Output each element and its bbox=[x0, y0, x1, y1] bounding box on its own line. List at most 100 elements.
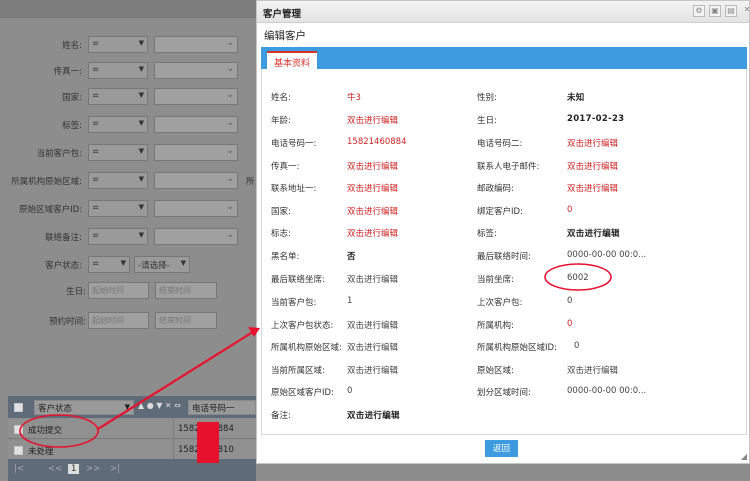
tab-basic-info[interactable]: 基本资料 bbox=[267, 51, 318, 69]
basic-info-panel: 姓名: 牛3 年龄: 双击进行编辑 电话号码一: 15821460884 传真一: 双击进行编… bbox=[261, 69, 747, 435]
field-value[interactable]: 2017-02-23 bbox=[567, 114, 624, 124]
field-value[interactable]: 牛3 bbox=[347, 91, 361, 103]
field-value[interactable]: 双击进行编辑 bbox=[347, 182, 398, 194]
chevron-down-icon: ⌄ bbox=[226, 64, 234, 74]
filter-value-input[interactable]: ⌄ bbox=[154, 228, 238, 245]
operator-select[interactable]: = ▼ bbox=[88, 144, 148, 161]
filter-label: 联络备注: bbox=[45, 233, 82, 243]
operator-select[interactable]: = ▼ bbox=[88, 228, 148, 245]
field-value[interactable]: 双击进行编辑 bbox=[567, 364, 618, 376]
grid-filter-status-label: 客户状态 bbox=[38, 404, 73, 414]
grid-column-controls[interactable]: ▲ ● ▼ ✕ ⇔ bbox=[138, 401, 181, 410]
field-label: 当前所属区域: bbox=[271, 366, 325, 376]
field-value[interactable]: 1 bbox=[347, 296, 352, 306]
field-value[interactable]: 双击进行编辑 bbox=[347, 364, 398, 376]
filter-row: 姓名: = ▼ ⌄ bbox=[0, 36, 258, 54]
field-label: 姓名: bbox=[271, 93, 291, 103]
chevron-down-icon: ▼ bbox=[138, 175, 144, 183]
operator-select[interactable]: = ▼ bbox=[88, 200, 148, 217]
operator-select[interactable]: = ▼ bbox=[88, 172, 148, 189]
field-value[interactable]: 6002 bbox=[567, 273, 589, 283]
chevron-down-icon: ▼ bbox=[138, 203, 144, 211]
date-to-input[interactable]: 结束时间 bbox=[155, 312, 217, 329]
field-value[interactable]: 0 bbox=[347, 386, 352, 396]
field-label: 绑定客户ID: bbox=[477, 207, 523, 217]
chevron-down-icon: ⌄ bbox=[226, 174, 234, 184]
operator-select[interactable]: = ▼ bbox=[88, 256, 130, 273]
customer-management-dialog: 客户管理 ⚙ ▣ ▤ ✕ 编辑客户 基本资料 姓名: 牛3 年龄: 双击进行编辑 电话号… bbox=[256, 0, 750, 464]
pager-next-button[interactable]: >> bbox=[86, 464, 100, 474]
grid-filter-phone[interactable]: 电话号码一 bbox=[188, 400, 256, 415]
chevron-down-icon: ▼ bbox=[180, 259, 186, 267]
field-value[interactable]: 双击进行编辑 bbox=[567, 137, 618, 149]
status-select[interactable]: -请选择- ▼ bbox=[134, 256, 190, 273]
date-from-input[interactable]: 起始时间 bbox=[88, 312, 149, 329]
chevron-down-icon: ⌄ bbox=[226, 118, 234, 128]
field-value[interactable]: 双击进行编辑 bbox=[567, 160, 618, 172]
field-value[interactable]: 双击进行编辑 bbox=[347, 273, 398, 285]
field-label: 划分区域时间: bbox=[477, 388, 531, 398]
field-value[interactable]: 否 bbox=[347, 250, 356, 262]
field-value[interactable]: 0 bbox=[574, 341, 579, 351]
field-label: 当前坐席: bbox=[477, 275, 514, 285]
maximize-icon[interactable]: ▣ bbox=[709, 5, 721, 17]
grid-filter-status[interactable]: 客户状态 ▼ bbox=[34, 400, 134, 415]
pager-current-page[interactable]: 1 bbox=[68, 464, 80, 474]
date-to-input[interactable]: 结束时间 bbox=[155, 282, 217, 299]
field-value[interactable]: 未知 bbox=[567, 91, 585, 103]
operator-select[interactable]: = ▼ bbox=[88, 116, 148, 133]
field-value[interactable]: 0000-00-00 00:0... bbox=[567, 250, 646, 260]
back-button[interactable]: 返回 bbox=[485, 440, 518, 457]
filter-row: 所属机构原始区域: = ▼ ⌄ 所 bbox=[0, 172, 258, 190]
field-value[interactable]: 0 bbox=[567, 319, 572, 329]
field-value[interactable]: 15821460884 bbox=[347, 137, 407, 147]
row-checkbox[interactable] bbox=[14, 425, 23, 434]
chevron-down-icon: ⌄ bbox=[226, 230, 234, 240]
pager-first-button[interactable]: |< bbox=[14, 464, 24, 474]
operator-select[interactable]: = ▼ bbox=[88, 88, 148, 105]
filter-label: 客户状态: bbox=[45, 261, 82, 271]
filter-value-input[interactable]: ⌄ bbox=[154, 144, 238, 161]
resize-handle-icon[interactable]: ◢ bbox=[741, 452, 747, 461]
field-value[interactable]: 0000-00-00 00:0... bbox=[567, 386, 646, 396]
pager-last-button[interactable]: >| bbox=[110, 464, 120, 474]
field-value[interactable]: 双击进行编辑 bbox=[347, 341, 398, 353]
chevron-down-icon: ▼ bbox=[120, 259, 126, 267]
row-checkbox[interactable] bbox=[14, 446, 23, 455]
filter-label: 当前客户包: bbox=[36, 149, 82, 159]
redaction-mark bbox=[197, 422, 219, 463]
field-value[interactable]: 0 bbox=[567, 296, 572, 306]
filter-label: 原始区域客户ID: bbox=[19, 205, 82, 215]
close-icon[interactable]: ✕ bbox=[741, 5, 750, 17]
filter-value-input[interactable]: ⌄ bbox=[154, 36, 238, 53]
field-value[interactable]: 双击进行编辑 bbox=[567, 182, 618, 194]
field-value[interactable]: 双击进行编辑 bbox=[567, 227, 620, 239]
chevron-down-icon: ▼ bbox=[124, 403, 130, 411]
field-value[interactable]: 双击进行编辑 bbox=[347, 227, 398, 239]
field-value[interactable]: 0 bbox=[567, 205, 572, 215]
field-label: 上次客户包状态: bbox=[271, 321, 334, 331]
filter-value-input[interactable]: ⌄ bbox=[154, 116, 238, 133]
field-value[interactable]: 双击进行编辑 bbox=[347, 114, 398, 126]
field-value[interactable]: 双击进行编辑 bbox=[347, 160, 398, 172]
field-value[interactable]: 双击进行编辑 bbox=[347, 409, 400, 421]
minimize-icon[interactable]: ▤ bbox=[725, 5, 737, 17]
filter-value-input[interactable]: ⌄ bbox=[154, 88, 238, 105]
gear-icon[interactable]: ⚙ bbox=[693, 5, 705, 17]
chevron-down-icon: ▼ bbox=[138, 65, 144, 73]
operator-select[interactable]: = ▼ bbox=[88, 36, 148, 53]
truncated-label: 所 bbox=[246, 177, 255, 187]
filter-value-input[interactable]: ⌄ bbox=[154, 200, 238, 217]
row-status: 未处理 bbox=[28, 447, 54, 457]
grid-select-all-checkbox[interactable] bbox=[14, 403, 23, 412]
filter-label: 所属机构原始区域: bbox=[11, 177, 82, 187]
filter-value-input[interactable]: ⌄ bbox=[154, 172, 238, 189]
filter-value-input[interactable]: ⌄ bbox=[154, 62, 238, 79]
operator-select[interactable]: = ▼ bbox=[88, 62, 148, 79]
field-label: 联系地址一: bbox=[271, 184, 317, 194]
date-from-input[interactable]: 起始时间 bbox=[88, 282, 149, 299]
field-label: 邮政编码: bbox=[477, 184, 514, 194]
field-value[interactable]: 双击进行编辑 bbox=[347, 319, 398, 331]
field-value[interactable]: 双击进行编辑 bbox=[347, 205, 398, 217]
pager-prev-button[interactable]: << bbox=[48, 464, 62, 474]
